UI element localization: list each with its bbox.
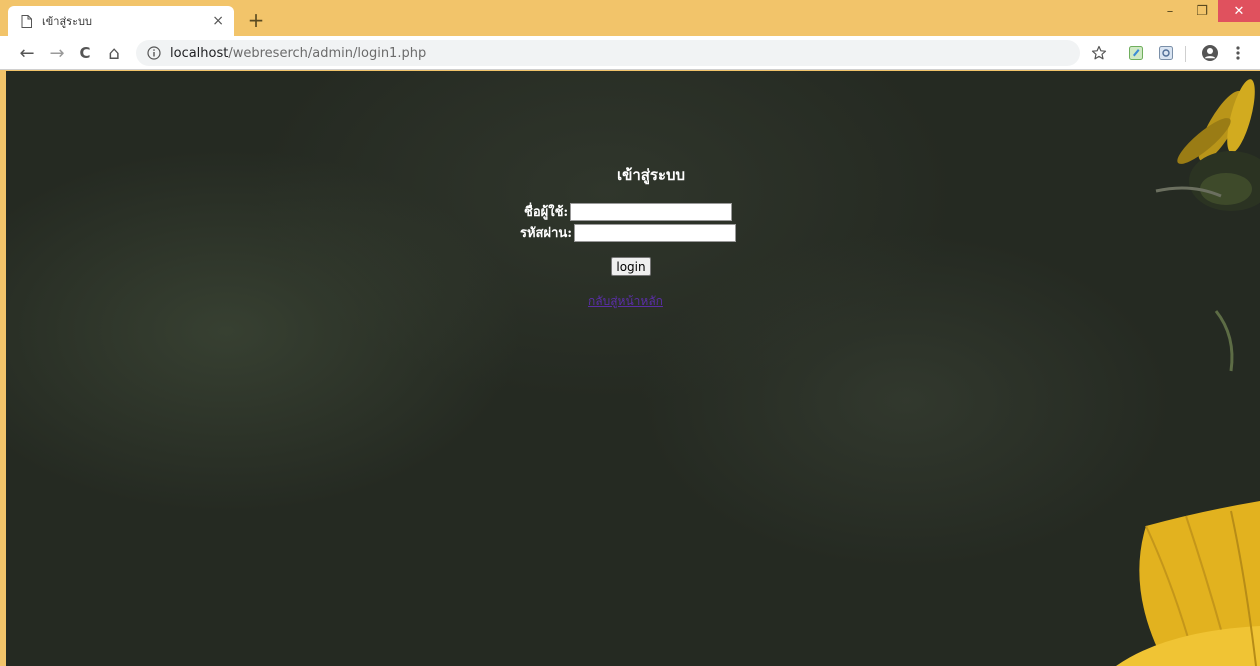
back-to-home-link[interactable]: กลับสู่หน้าหลัก [588, 292, 663, 311]
flower-bottom-right [1116, 501, 1260, 666]
info-icon[interactable] [146, 45, 162, 61]
extension-icon[interactable] [1154, 41, 1178, 65]
close-window-button[interactable]: ✕ [1218, 0, 1260, 22]
back-button[interactable]: ← [14, 40, 40, 66]
reload-button[interactable]: C [72, 40, 98, 66]
forward-button[interactable]: → [44, 40, 70, 66]
menu-icon[interactable] [1226, 41, 1250, 65]
tab-strip: เข้าสู่ระบบ × + – ❐ ✕ [0, 0, 1260, 36]
page-icon [20, 14, 32, 28]
window-controls: – ❐ ✕ [1154, 0, 1260, 26]
home-button[interactable]: ⌂ [101, 40, 127, 66]
extension-icon[interactable] [1124, 41, 1148, 65]
flower-top-right [1155, 79, 1260, 372]
password-input[interactable] [574, 223, 737, 242]
address-bar[interactable]: localhost/webreserch/admin/login1.php [136, 40, 1080, 66]
login-heading: เข้าสู่ระบบ [616, 166, 686, 184]
password-row: รหัสผ่าน: [520, 222, 737, 243]
username-input[interactable] [570, 202, 733, 221]
username-label: ชื่อผู้ใช้: [524, 205, 569, 220]
star-icon[interactable] [1087, 41, 1111, 65]
browser-tab[interactable]: เข้าสู่ระบบ × [8, 6, 234, 36]
tab-title: เข้าสู่ระบบ [42, 15, 92, 28]
page-content: เข้าสู่ระบบ ชื่อผู้ใช้: รหัสผ่าน: login … [6, 71, 1260, 666]
toolbar-separator [1185, 46, 1186, 62]
minimize-button[interactable]: – [1154, 0, 1186, 22]
close-tab-icon[interactable]: × [212, 14, 224, 28]
url-text: localhost/webreserch/admin/login1.php [170, 46, 426, 61]
background-image [1116, 79, 1260, 666]
username-row: ชื่อผู้ใช้: [524, 201, 733, 222]
maximize-button[interactable]: ❐ [1186, 0, 1218, 22]
login-button[interactable]: login [611, 257, 651, 276]
url-host: localhost [170, 45, 229, 61]
password-label: รหัสผ่าน: [520, 226, 573, 241]
profile-icon[interactable] [1198, 41, 1222, 65]
url-path: /webreserch/admin/login1.php [228, 45, 427, 61]
browser-toolbar: ← → C ⌂ localhost/webreserch/admin/login… [0, 36, 1260, 70]
new-tab-button[interactable]: + [244, 8, 268, 32]
